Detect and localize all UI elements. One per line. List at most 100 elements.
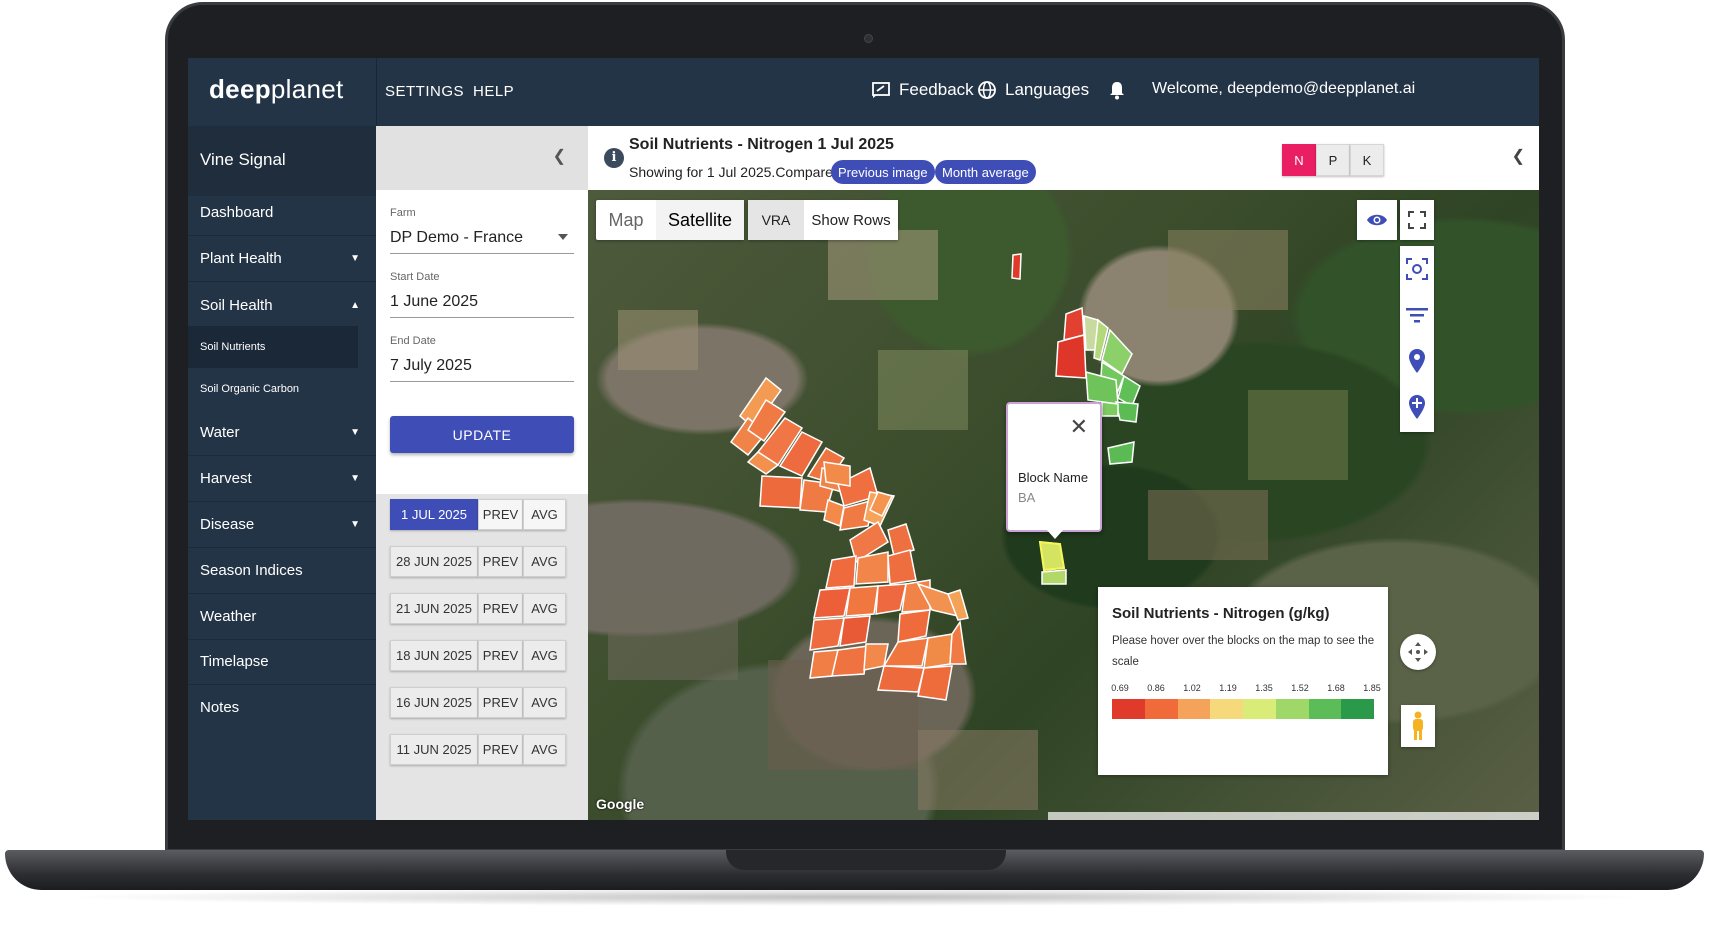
- sidebar-item-weather[interactable]: Weather: [188, 594, 376, 640]
- vineyard-block: [831, 645, 869, 677]
- vineyard-block: [863, 643, 889, 671]
- vineyard-block: [809, 617, 845, 651]
- feedback-button[interactable]: Feedback: [871, 80, 974, 100]
- popup-tail: [1046, 529, 1064, 539]
- update-button[interactable]: UPDATE: [390, 416, 574, 453]
- globe-icon: [978, 81, 996, 99]
- sidebar-item-label: Dashboard: [200, 204, 274, 221]
- nutrient-k-button[interactable]: K: [1350, 144, 1384, 176]
- nutrient-n-button[interactable]: N: [1282, 144, 1316, 176]
- chevron-left-icon[interactable]: ❮: [1512, 146, 1525, 166]
- legend-tick: 1.52: [1291, 683, 1309, 693]
- legend-color-swatch: [1243, 699, 1276, 719]
- block-info-popup: ✕ Block Name BA: [1006, 402, 1102, 532]
- sidebar: Vine Signal Dashboard Plant Health ▼ Soil…: [188, 126, 376, 820]
- map-type-map-button[interactable]: Map: [596, 200, 656, 240]
- show-rows-button[interactable]: Show Rows: [804, 200, 898, 240]
- vra-button[interactable]: VRA: [748, 200, 804, 240]
- legend-tick: 1.35: [1255, 683, 1273, 693]
- legend-color-swatch: [1144, 699, 1178, 719]
- sidebar-item-notes[interactable]: Notes: [188, 684, 376, 730]
- filter-button[interactable]: [1400, 298, 1434, 332]
- prev-button[interactable]: PREV: [478, 593, 523, 624]
- date-button[interactable]: 11 JUN 2025: [390, 734, 478, 765]
- avg-button[interactable]: AVG: [523, 593, 566, 624]
- sidebar-section-title: Vine Signal: [200, 150, 286, 169]
- sidebar-item-disease[interactable]: Disease ▼: [188, 502, 376, 548]
- month-average-button[interactable]: Month average: [935, 160, 1036, 184]
- vineyard-block: [1101, 401, 1119, 417]
- avg-button[interactable]: AVG: [523, 499, 566, 530]
- avg-button[interactable]: AVG: [523, 546, 566, 577]
- end-date-label: End Date: [390, 335, 436, 347]
- date-button[interactable]: 1 JUL 2025: [390, 499, 478, 530]
- laptop-shadow: [60, 888, 1650, 906]
- focus-button[interactable]: [1400, 252, 1434, 286]
- sidebar-item-plant-health[interactable]: Plant Health ▼: [188, 236, 376, 282]
- welcome-text: Welcome, deepdemo@deepplanet.ai: [1152, 80, 1416, 97]
- close-icon[interactable]: ✕: [1070, 414, 1088, 440]
- settings-link[interactable]: SETTINGS: [385, 83, 464, 100]
- sidebar-item-season-indices[interactable]: Season Indices: [188, 548, 376, 594]
- legend-tick: 1.19: [1219, 683, 1237, 693]
- legend-subtitle: Please hover over the blocks on the map …: [1112, 635, 1375, 668]
- sidebar-item-dashboard[interactable]: Dashboard: [188, 190, 376, 236]
- avg-button[interactable]: AVG: [523, 640, 566, 671]
- top-bar: deepplanet SETTINGS HELP Feedback Langua…: [188, 58, 1539, 126]
- farm-select[interactable]: DP Demo - France: [390, 229, 574, 254]
- add-location-button[interactable]: [1400, 390, 1434, 424]
- logo[interactable]: deepplanet: [209, 74, 344, 105]
- feedback-label: Feedback: [899, 80, 974, 99]
- chevron-left-icon[interactable]: ❮: [553, 146, 566, 166]
- sidebar-item-label: Disease: [200, 516, 255, 533]
- sidebar-item-label: Weather: [200, 608, 257, 625]
- prev-button[interactable]: PREV: [478, 734, 523, 765]
- vineyard-block: [1041, 569, 1067, 585]
- add-pin-icon: [1409, 395, 1425, 419]
- date-button[interactable]: 16 JUN 2025: [390, 687, 478, 718]
- sidebar-item-timelapse[interactable]: Timelapse: [188, 639, 376, 685]
- previous-image-button[interactable]: Previous image: [831, 160, 935, 184]
- street-view-button[interactable]: [1401, 705, 1435, 747]
- visibility-button[interactable]: [1357, 200, 1397, 240]
- nitrogen-legend: Soil Nutrients - Nitrogen (g/kg) Please …: [1098, 587, 1388, 775]
- date-button[interactable]: 18 JUN 2025: [390, 640, 478, 671]
- prev-button[interactable]: PREV: [478, 687, 523, 718]
- farm-value: DP Demo - France: [390, 229, 524, 246]
- map-header: i Soil Nutrients - Nitrogen 1 Jul 2025 S…: [588, 126, 1539, 190]
- popup-block-name-value: BA: [1018, 490, 1036, 505]
- legend-tick: 1.68: [1327, 683, 1345, 693]
- help-link[interactable]: HELP: [473, 83, 514, 100]
- vineyard-block: [882, 637, 929, 667]
- eye-icon: [1367, 214, 1387, 226]
- prev-button[interactable]: PREV: [478, 499, 523, 530]
- date-button[interactable]: 28 JUN 2025: [390, 546, 478, 577]
- avg-button[interactable]: AVG: [523, 687, 566, 718]
- prev-button[interactable]: PREV: [478, 640, 523, 671]
- nutrient-p-button[interactable]: P: [1316, 144, 1350, 176]
- languages-button[interactable]: Languages: [977, 80, 1089, 100]
- location-button[interactable]: [1400, 344, 1434, 378]
- languages-label: Languages: [1005, 80, 1090, 99]
- satellite-map[interactable]: Map Satellite VRA Show Rows ✕ Block Name…: [588, 190, 1539, 820]
- date-button[interactable]: 21 JUN 2025: [390, 593, 478, 624]
- sidebar-item-harvest[interactable]: Harvest ▼: [188, 456, 376, 502]
- legend-tick: 0.86: [1147, 683, 1165, 693]
- notifications-button[interactable]: [1108, 80, 1126, 100]
- compass-button[interactable]: [1400, 634, 1436, 670]
- date-row: 21 JUN 2025 PREV AVG: [390, 593, 566, 624]
- avg-button[interactable]: AVG: [523, 734, 566, 765]
- info-icon[interactable]: i: [604, 148, 624, 168]
- vineyard-block: [1011, 253, 1022, 280]
- map-type-satellite-button[interactable]: Satellite: [656, 200, 744, 240]
- sidebar-item-soil-health[interactable]: Soil Health ▲: [188, 282, 376, 328]
- sidebar-subitem-soil-organic-carbon[interactable]: Soil Organic Carbon: [188, 368, 376, 410]
- feedback-icon: [872, 82, 890, 98]
- map-tools: [1400, 246, 1434, 432]
- end-date-field[interactable]: 7 July 2025: [390, 357, 574, 382]
- sidebar-subitem-soil-nutrients[interactable]: Soil Nutrients: [188, 326, 358, 368]
- fullscreen-button[interactable]: [1400, 200, 1434, 240]
- sidebar-item-water[interactable]: Water ▼: [188, 410, 376, 456]
- start-date-field[interactable]: 1 June 2025: [390, 293, 574, 318]
- prev-button[interactable]: PREV: [478, 546, 523, 577]
